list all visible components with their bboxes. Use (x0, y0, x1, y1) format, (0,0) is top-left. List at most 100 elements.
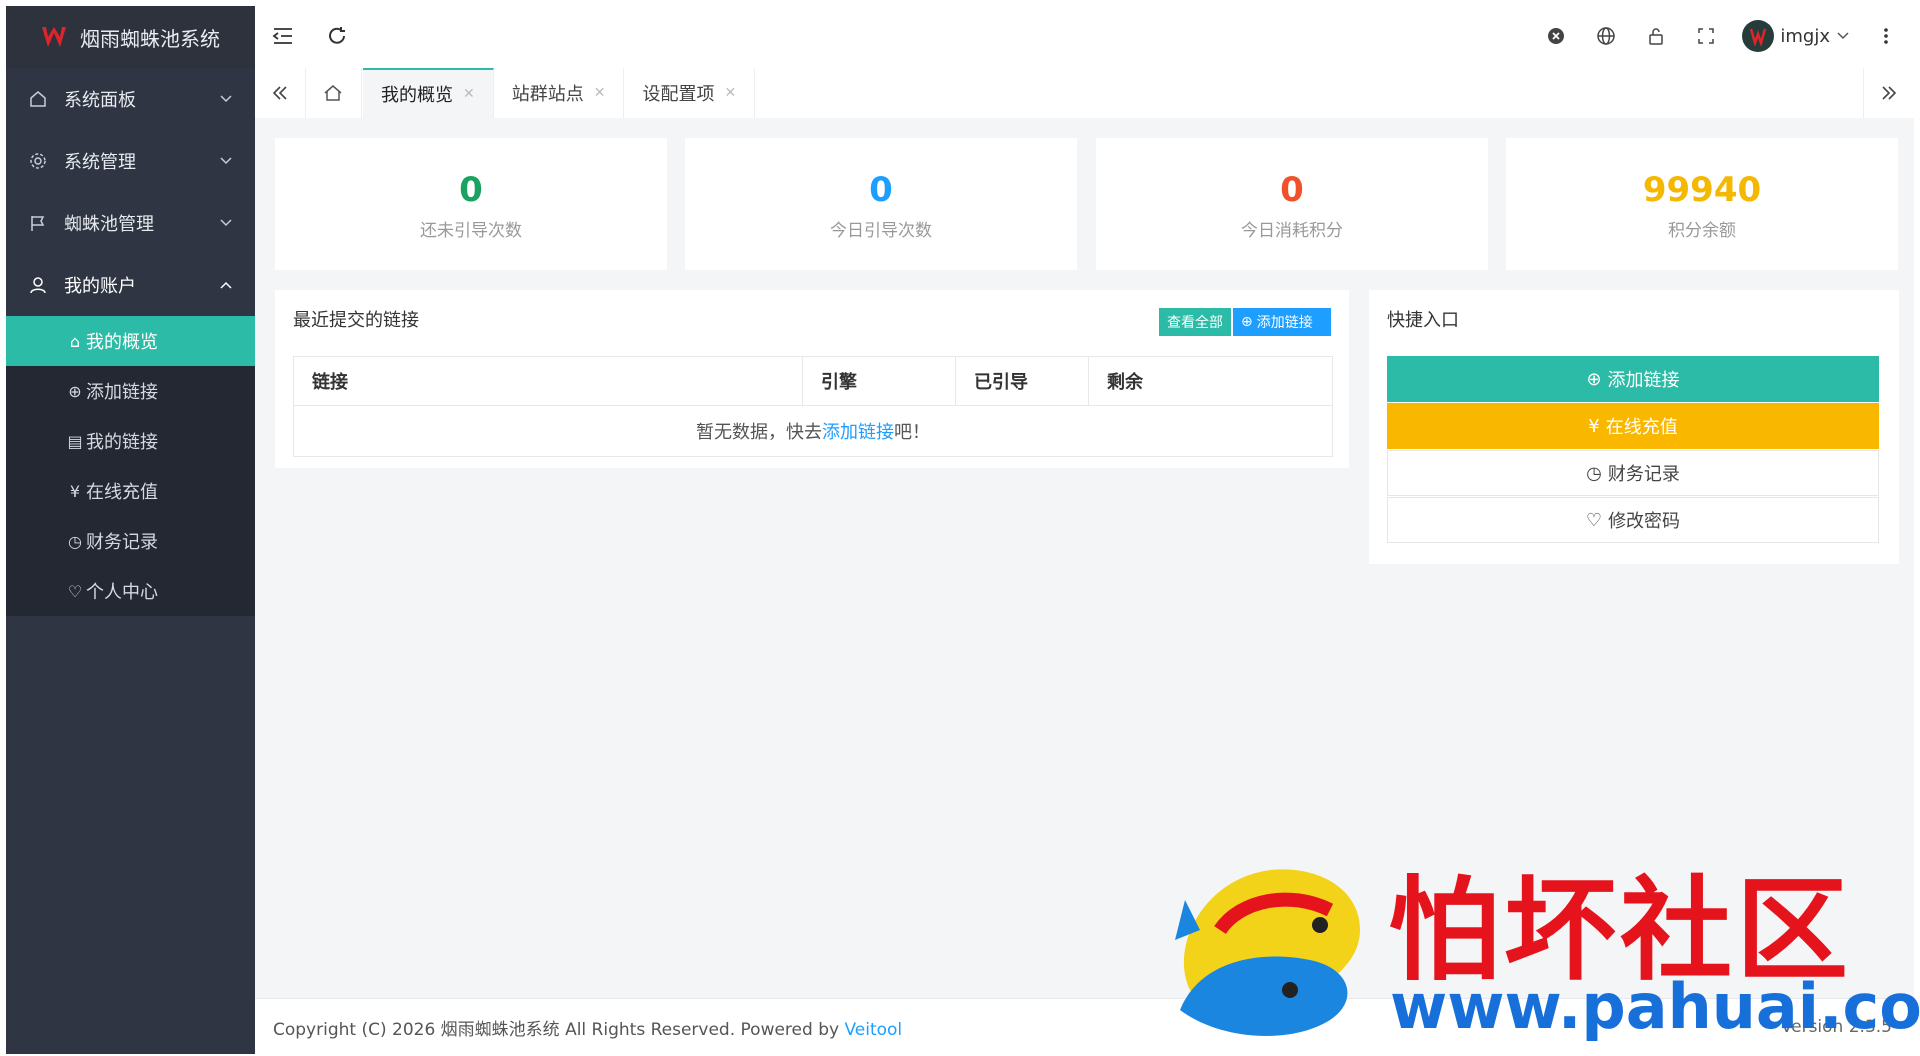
logo-icon (42, 27, 66, 47)
links-table: 链接 引擎 已引导 剩余 暂无数据，快去添加链接吧！ (293, 356, 1333, 457)
submenu-my-account: ⌂ 我的概览 ⊕ 添加链接 ▤ 我的链接 ¥ 在线充值 ◷ 财务记录 ♡ 个人中… (6, 316, 255, 616)
tab-config[interactable]: 设配置项 ✕ (624, 68, 756, 118)
stat-label: 今日消耗积分 (1241, 221, 1343, 241)
logo[interactable]: 烟雨蜘蛛池系统 (6, 6, 255, 68)
sidebar-subitem-label: 我的链接 (86, 432, 158, 453)
tab-site-group[interactable]: 站群站点 ✕ (494, 68, 625, 118)
sidebar-subitem-finance[interactable]: ◷ 财务记录 (6, 516, 255, 566)
shield-check-icon: ♡ (1585, 509, 1603, 531)
close-icon[interactable]: ✕ (463, 86, 475, 102)
powered-by-link[interactable]: Veitool (844, 1020, 902, 1040)
quick-finance-button[interactable]: ◷ 财务记录 (1387, 450, 1879, 496)
column-header: 链接 (293, 356, 803, 406)
copyright-text: Copyright (C) 2026 烟雨蜘蛛池系统 All Rights Re… (273, 1019, 840, 1040)
sidebar-item-label: 蜘蛛池管理 (64, 214, 154, 235)
sidebar-item-my-account[interactable]: 我的账户 (6, 254, 255, 316)
more-vertical-icon (1884, 28, 1888, 44)
watermark-url: www.pahuai.com (1390, 970, 1920, 1043)
chevron-down-icon (220, 95, 232, 103)
close-icon[interactable]: ✕ (594, 85, 606, 101)
sidebar-subitem-add-link[interactable]: ⊕ 添加链接 (6, 366, 255, 416)
yen-icon: ¥ (1588, 415, 1600, 437)
table-header-row: 链接 引擎 已引导 剩余 (293, 356, 1333, 406)
tabs-scroll-left-button[interactable] (255, 68, 306, 118)
fullscreen-icon (1698, 28, 1715, 44)
quick-item-label: 在线充值 (1605, 417, 1678, 438)
watermark-logo (1175, 869, 1360, 1037)
chevron-down-icon (1837, 32, 1849, 40)
plus-circle-icon: ⊕ (1241, 314, 1253, 330)
stat-value: 0 (1280, 170, 1304, 210)
stat-value: 0 (459, 170, 483, 210)
app-title: 烟雨蜘蛛池系统 (80, 26, 220, 51)
view-all-label: 查看全部 (1167, 315, 1223, 331)
quick-item-label: 财务记录 (1607, 464, 1680, 485)
tabs-scroll-right-button[interactable] (1863, 68, 1914, 118)
stat-card-pending: 0 还未引导次数 (275, 138, 667, 270)
tab-overview[interactable]: 我的概览 ✕ (363, 68, 494, 118)
card-title: 最近提交的链接 (293, 310, 419, 331)
tabs-bar: 我的概览 ✕ 站群站点 ✕ 设配置项 ✕ (255, 68, 1914, 119)
sidebar-subitem-label: 个人中心 (86, 582, 158, 603)
fullscreen-button[interactable] (1692, 22, 1720, 50)
chevron-down-icon (220, 219, 232, 227)
quick-password-button[interactable]: ♡ 修改密码 (1387, 497, 1879, 543)
empty-add-link[interactable]: 添加链接 (822, 422, 894, 443)
sidebar-subitem-my-links[interactable]: ▤ 我的链接 (6, 416, 255, 466)
language-button[interactable] (1592, 22, 1620, 50)
sidebar-subitem-profile[interactable]: ♡ 个人中心 (6, 566, 255, 616)
lock-icon (1649, 28, 1664, 45)
flag-icon (28, 213, 48, 233)
clear-cache-button[interactable] (1542, 22, 1570, 50)
sidebar-subitem-recharge[interactable]: ¥ 在线充值 (6, 466, 255, 516)
refresh-button[interactable] (323, 22, 351, 50)
add-link-button[interactable]: ⊕ 添加链接 (1233, 308, 1331, 336)
column-header: 剩余 (1088, 356, 1333, 406)
close-circle-icon (1548, 28, 1565, 44)
empty-prefix: 暂无数据，快去 (696, 422, 822, 443)
stat-card-today-guides: 0 今日引导次数 (685, 138, 1077, 270)
card-title: 快捷入口 (1387, 310, 1459, 331)
quick-add-link-button[interactable]: ⊕ 添加链接 (1387, 356, 1879, 402)
quick-entry-card: 快捷入口 ⊕ 添加链接 ¥ 在线充值 ◷ 财务记录 ♡ 修改密码 (1369, 290, 1899, 564)
quick-recharge-button[interactable]: ¥ 在线充值 (1387, 403, 1879, 449)
sidebar-subitem-label: 我的概览 (86, 332, 158, 353)
quick-item-label: 修改密码 (1608, 511, 1681, 532)
tab-label: 站群站点 (511, 84, 584, 105)
avatar (1742, 20, 1775, 52)
top-bar: imgjx (255, 6, 1914, 69)
user-menu[interactable]: imgjx (1742, 20, 1850, 52)
sidebar-item-system-panel[interactable]: 系统面板 (6, 68, 255, 130)
collapse-menu-button[interactable] (269, 22, 297, 50)
tabs-list: 我的概览 ✕ 站群站点 ✕ 设配置项 ✕ (363, 68, 756, 118)
sidebar-subitem-label: 财务记录 (86, 532, 158, 553)
tab-label: 我的概览 (381, 85, 453, 106)
double-chevron-right-icon (1882, 86, 1897, 100)
stat-label: 今日引导次数 (830, 221, 932, 241)
tab-label: 设配置项 (642, 84, 715, 105)
tab-home[interactable] (305, 68, 362, 118)
double-chevron-left-icon (272, 86, 287, 100)
copyright: Copyright (C) 2026 烟雨蜘蛛池系统 All Rights Re… (273, 1015, 902, 1040)
home-icon (28, 89, 48, 109)
sidebar-item-label: 系统面板 (64, 90, 136, 111)
stat-value: 99940 (1642, 170, 1762, 210)
chevron-up-icon (220, 281, 232, 289)
user-icon (28, 275, 48, 295)
empty-suffix: 吧！ (894, 422, 930, 443)
clock-icon: ◷ (68, 531, 82, 551)
plus-circle-icon: ⊕ (68, 381, 82, 401)
more-button[interactable] (1872, 22, 1900, 50)
avatar-icon (1750, 28, 1767, 46)
sidebar-item-system-manage[interactable]: 系统管理 (6, 130, 255, 192)
home-icon (324, 85, 342, 101)
sidebar-item-spider-pool[interactable]: 蜘蛛池管理 (6, 192, 255, 254)
sidebar-subitem-overview[interactable]: ⌂ 我的概览 (6, 316, 255, 366)
chevron-down-icon (220, 157, 232, 165)
menu-fold-icon (272, 28, 292, 44)
view-all-button[interactable]: 查看全部 (1159, 308, 1231, 336)
lock-screen-button[interactable] (1642, 22, 1670, 50)
stat-label: 积分余额 (1668, 221, 1736, 241)
sidebar-item-label: 我的账户 (64, 276, 136, 297)
close-icon[interactable]: ✕ (724, 85, 736, 101)
